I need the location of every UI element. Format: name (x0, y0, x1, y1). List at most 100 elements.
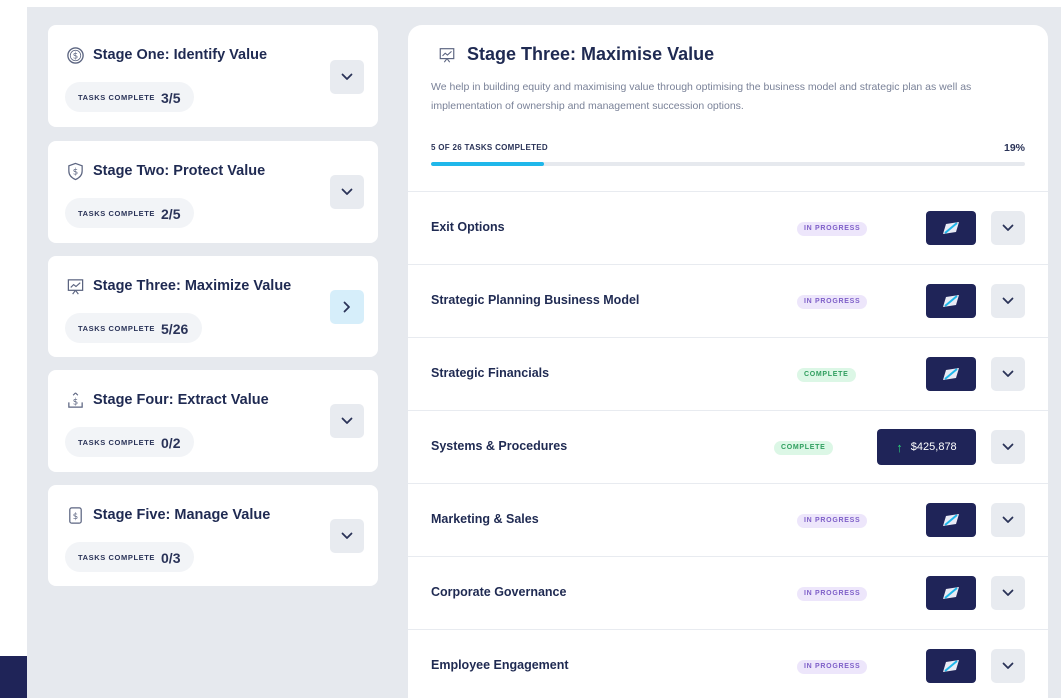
task-name: Marketing & Sales (431, 512, 539, 526)
chevron-down-icon (341, 532, 353, 539)
task-action-button[interactable] (926, 649, 976, 683)
dollar-document-icon: $ (65, 505, 85, 525)
svg-text:$: $ (72, 397, 77, 407)
chevron-down-icon (1002, 662, 1014, 669)
stage-title-row: $ Stage Five: Manage Value (65, 505, 270, 525)
status-badge: IN PROGRESS (797, 660, 868, 674)
expand-button[interactable] (330, 519, 364, 553)
status-badge: IN PROGRESS (797, 222, 868, 236)
chevron-down-icon (1002, 370, 1014, 377)
expand-task-button[interactable] (991, 284, 1025, 318)
panel-description: We help in building equity and maximisin… (431, 81, 972, 112)
stage-title-row: $ Stage Two: Protect Value (65, 161, 265, 181)
status-badge: COMPLETE (797, 368, 856, 382)
presentation-chart-icon (65, 276, 85, 296)
tasks-count: 3/5 (161, 89, 181, 106)
stage-card-five[interactable]: $ Stage Five: Manage Value TASKS COMPLET… (48, 485, 378, 586)
task-action-button[interactable] (926, 284, 976, 318)
tasks-label: TASKS COMPLETE (78, 552, 156, 562)
tasks-complete-pill: TASKS COMPLETE 0/3 (65, 542, 195, 572)
progress-percent: 19% (1003, 142, 1025, 154)
tasks-label: TASKS COMPLETE (78, 92, 156, 102)
stage-title: Stage One: Identify Value (93, 47, 268, 63)
edit-note-icon (943, 368, 959, 380)
edit-note-icon (943, 514, 959, 526)
status-badge: COMPLETE (774, 441, 833, 455)
task-action-button[interactable] (926, 576, 976, 610)
task-name: Strategic Financials (431, 366, 550, 380)
dollar-coin-icon: $ (65, 45, 85, 65)
expand-task-button[interactable] (991, 430, 1025, 464)
expand-task-button[interactable] (991, 211, 1025, 245)
stage-card-one[interactable]: $ Stage One: Identify Value TASKS COMPLE… (48, 25, 378, 127)
dollar-upload-icon: $ (65, 390, 85, 410)
edit-note-icon (943, 222, 959, 234)
task-row[interactable]: Employee Engagement IN PROGRESS (408, 629, 1048, 698)
expand-button[interactable] (330, 404, 364, 438)
svg-text:$: $ (72, 511, 77, 521)
expand-task-button[interactable] (991, 503, 1025, 537)
chevron-down-icon (1002, 297, 1014, 304)
stage-title-row: $ Stage One: Identify Value (65, 45, 267, 65)
edit-note-icon (943, 295, 959, 307)
expand-task-button[interactable] (991, 357, 1025, 391)
task-row[interactable]: Strategic Planning Business Model IN PRO… (408, 264, 1048, 337)
task-name: Exit Options (431, 220, 505, 234)
expand-button[interactable] (330, 175, 364, 209)
expand-button[interactable] (330, 60, 364, 94)
chevron-right-icon (343, 301, 350, 313)
tasks-count: 5/26 (161, 320, 189, 337)
chevron-down-icon (1002, 224, 1014, 231)
tasks-complete-pill: TASKS COMPLETE 2/5 (65, 198, 195, 228)
task-name: Systems & Procedures (431, 439, 568, 453)
tasks-complete-pill: TASKS COMPLETE 3/5 (65, 82, 195, 112)
task-action-button[interactable] (926, 503, 976, 537)
status-badge: IN PROGRESS (797, 295, 868, 309)
expand-task-button[interactable] (991, 649, 1025, 683)
stage-title: Stage Four: Extract Value (93, 392, 269, 408)
chevron-down-icon (341, 188, 353, 195)
panel-title: Stage Three: Maximise Value (467, 44, 715, 64)
value-amount: $425,878 (910, 441, 957, 453)
chevron-down-icon (341, 417, 353, 424)
task-row[interactable]: Strategic Financials COMPLETE (408, 337, 1048, 410)
chevron-down-icon (1002, 443, 1014, 450)
presentation-chart-icon (437, 45, 457, 65)
task-row[interactable]: Systems & Procedures COMPLETE ↑ $425,878 (408, 410, 1048, 483)
value-button[interactable]: ↑ $425,878 (877, 429, 976, 465)
stage-title-row: $ Stage Four: Extract Value (65, 390, 269, 410)
expand-task-button[interactable] (991, 576, 1025, 610)
progress-bar-fill (431, 162, 544, 166)
task-row[interactable]: Corporate Governance IN PROGRESS (408, 556, 1048, 629)
dollar-shield-icon: $ (65, 161, 85, 181)
tasks-count: 2/5 (161, 205, 181, 222)
svg-text:$: $ (72, 167, 77, 177)
stage-card-four[interactable]: $ Stage Four: Extract Value TASKS COMPLE… (48, 370, 378, 472)
tasks-label: TASKS COMPLETE (78, 208, 156, 218)
tasks-complete-pill: TASKS COMPLETE 0/2 (65, 427, 195, 457)
task-action-button[interactable] (926, 357, 976, 391)
open-stage-button[interactable] (330, 290, 364, 324)
panel-header: Stage Three: Maximise Value (437, 44, 714, 65)
task-row[interactable]: Exit Options IN PROGRESS (408, 191, 1048, 264)
task-row[interactable]: Marketing & Sales IN PROGRESS (408, 483, 1048, 556)
status-badge: IN PROGRESS (797, 514, 868, 528)
progress-bar (431, 162, 1025, 166)
stage-title: Stage Two: Protect Value (93, 163, 266, 179)
stage-title-row: Stage Three: Maximize Value (65, 276, 291, 296)
task-name: Corporate Governance (431, 585, 567, 599)
sidebar-edge (0, 656, 27, 698)
stage-card-three[interactable]: Stage Three: Maximize Value TASKS COMPLE… (48, 256, 378, 357)
stage-card-two[interactable]: $ Stage Two: Protect Value TASKS COMPLET… (48, 141, 378, 243)
task-action-button[interactable] (926, 211, 976, 245)
stage-detail-panel: Stage Three: Maximise Value We help in b… (408, 25, 1048, 698)
svg-text:$: $ (72, 51, 77, 61)
progress-label: 5 OF 26 TASKS COMPLETED (431, 143, 548, 152)
tasks-count: 0/3 (161, 549, 181, 566)
task-name: Strategic Planning Business Model (431, 293, 640, 307)
arrow-up-icon: ↑ (896, 439, 903, 455)
stage-title: Stage Three: Maximize Value (93, 278, 292, 294)
tasks-count: 0/2 (161, 434, 181, 451)
tasks-label: TASKS COMPLETE (78, 437, 156, 447)
tasks-complete-pill: TASKS COMPLETE 5/26 (65, 313, 203, 343)
